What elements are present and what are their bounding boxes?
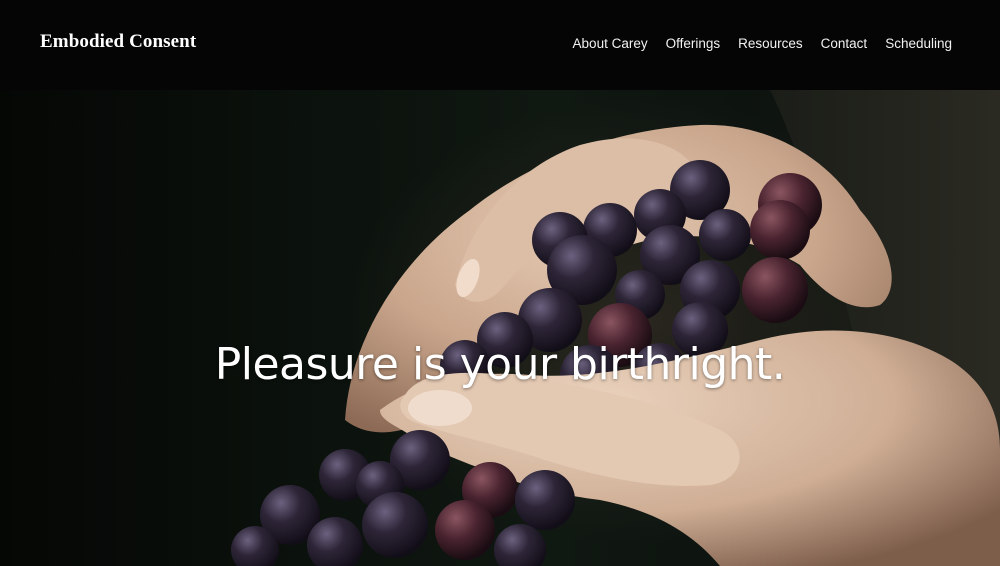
- main-nav: About Carey Offerings Resources Contact …: [573, 36, 952, 51]
- nav-resources[interactable]: Resources: [738, 36, 803, 51]
- page: Embodied Consent About Carey Offerings R…: [0, 0, 1000, 566]
- nav-about-carey[interactable]: About Carey: [573, 36, 648, 51]
- nav-contact[interactable]: Contact: [821, 36, 868, 51]
- site-header: Embodied Consent About Carey Offerings R…: [0, 0, 1000, 90]
- hero-headline: Pleasure is your birthright.: [214, 339, 786, 391]
- brand-logo-link[interactable]: Embodied Consent: [40, 31, 196, 53]
- nav-scheduling[interactable]: Scheduling: [885, 36, 952, 51]
- lower-thumbnail-shape: [408, 390, 472, 426]
- hero-image-hands-grapes: [231, 90, 1000, 566]
- nav-offerings[interactable]: Offerings: [666, 36, 721, 51]
- hero-section: Pleasure is your birthright.: [0, 90, 1000, 566]
